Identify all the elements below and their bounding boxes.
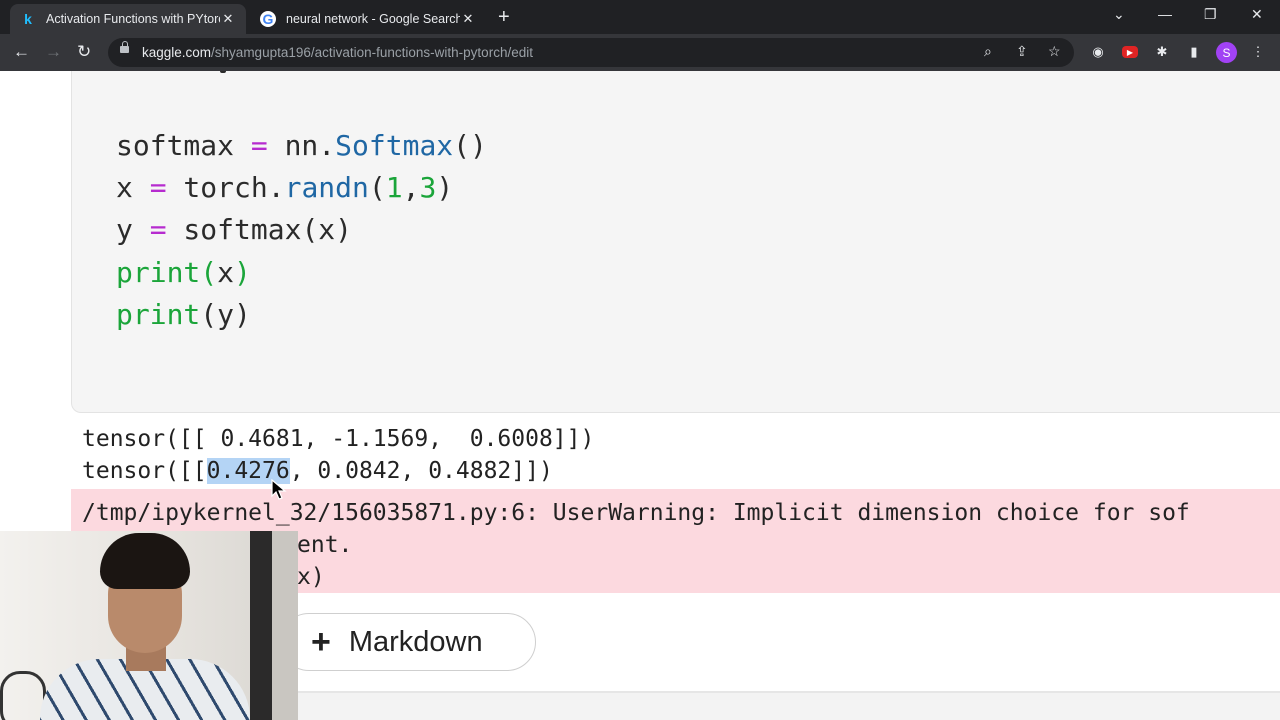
profile-avatar[interactable]: S (1216, 42, 1237, 63)
tab-title: Activation Functions with PYtorch (46, 12, 220, 26)
notebook-page: softmax = nn.Softmax() x = torch.randn(1,… (0, 71, 1280, 720)
url-text[interactable]: kaggle.com/shyamgupta196/activation-func… (142, 45, 533, 60)
code-token: Softmax (335, 129, 454, 162)
code-token: , (402, 171, 420, 205)
reload-icon[interactable]: ↻ (77, 42, 91, 62)
code-token: = (250, 129, 268, 162)
lock-icon (120, 41, 129, 53)
extension-video-icon[interactable]: ▶ (1122, 46, 1138, 58)
output-line-2: tensor([[0.4276, 0.0842, 0.4882]]) (82, 458, 553, 484)
back-arrow-icon[interactable]: ← (13, 42, 30, 62)
code-line[interactable]: softmax = nn.Softmax() (116, 125, 487, 167)
code-token: softmax (116, 129, 251, 162)
code-token: (y) (200, 297, 251, 331)
tab-kaggle[interactable]: k Activation Functions with PYtorch ✕ (10, 4, 246, 34)
address-bar[interactable]: kaggle.com/shyamgupta196/activation-func… (108, 38, 1074, 67)
code-token: () (453, 129, 487, 162)
kaggle-favicon-icon: k (24, 11, 32, 27)
tab-google-search[interactable]: G neural network - Google Search ✕ (250, 4, 486, 34)
google-favicon-icon: G (260, 11, 276, 27)
code-editor[interactable]: softmax = nn.Softmax() x = torch.randn(1,… (116, 125, 487, 336)
output-line-1: tensor([[ 0.4681, -1.1569, 0.6008]]) (82, 426, 595, 452)
restore-icon[interactable]: ❐ (1204, 6, 1217, 23)
code-token: softmax(x) (166, 213, 353, 247)
code-token: = (149, 171, 167, 205)
code-token: randn (284, 171, 369, 205)
code-line[interactable]: print(y) (116, 294, 487, 336)
add-markdown-label: Markdown (348, 625, 483, 658)
code-token: torch. (166, 171, 285, 205)
plus-icon: + (311, 623, 331, 661)
clipped-code-glyph (220, 71, 226, 73)
warning-line-1: /tmp/ipykernel_32/156035871.py:6: UserWa… (82, 500, 1190, 526)
code-line[interactable]: y = softmax(x) (116, 209, 487, 251)
extensions-puzzle-icon[interactable]: ✱ (1153, 43, 1171, 61)
zoom-search-icon[interactable]: ⌕ (984, 43, 992, 60)
code-token: ) (234, 255, 251, 289)
tab-search-chevron-icon[interactable]: ⌄ (1113, 6, 1125, 23)
new-tab-icon[interactable]: + (498, 6, 510, 28)
window-close-icon[interactable]: ✕ (1251, 6, 1263, 23)
code-token: print (116, 255, 201, 289)
code-token: ( (368, 171, 386, 205)
cell-output: tensor([[ 0.4681, -1.1569, 0.6008]]) tens… (82, 423, 594, 487)
code-token: nn. (267, 129, 336, 162)
forward-arrow-icon[interactable]: → (45, 42, 62, 62)
extension-face-icon[interactable]: ◉ (1089, 43, 1107, 61)
tab-strip: k Activation Functions with PYtorch ✕ G … (0, 0, 1280, 34)
code-token: x (217, 255, 235, 289)
side-panel-icon[interactable]: ▮ (1185, 43, 1203, 61)
code-line[interactable]: print(x) (116, 252, 487, 294)
code-token: 3 (419, 171, 437, 205)
code-token: = (149, 213, 167, 247)
kebab-menu-icon[interactable]: ⋮ (1249, 43, 1267, 61)
code-line[interactable]: x = torch.randn(1,3) (116, 167, 487, 209)
close-tab-icon[interactable]: ✕ (220, 11, 236, 27)
webcam-overlay (0, 531, 298, 720)
code-token: print (116, 297, 201, 331)
next-cell-edge (298, 693, 1280, 720)
bookmark-star-icon[interactable]: ☆ (1048, 43, 1061, 60)
code-token: ( (200, 255, 218, 289)
minimize-icon[interactable]: — (1158, 6, 1172, 22)
code-token: y (116, 213, 150, 247)
code-cell[interactable]: softmax = nn.Softmax() x = torch.randn(1,… (71, 71, 1280, 413)
tab-title: neural network - Google Search (286, 12, 460, 26)
code-token: 1 (385, 171, 403, 205)
code-token: ) (436, 171, 454, 205)
code-token: x (116, 171, 150, 205)
toolbar: ← → ↻ kaggle.com/shyamgupta196/activatio… (0, 34, 1280, 71)
share-icon[interactable]: ⇪ (1016, 43, 1028, 60)
close-tab-icon[interactable]: ✕ (460, 11, 476, 27)
add-markdown-button[interactable]: + Markdown (280, 613, 536, 671)
